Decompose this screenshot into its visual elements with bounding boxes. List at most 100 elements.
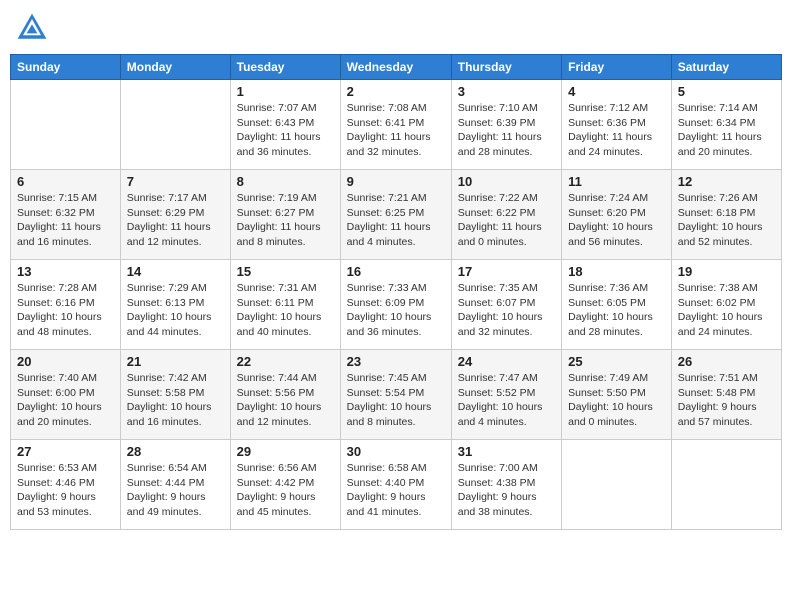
day-number: 29 [237, 444, 334, 459]
calendar-cell: 13 Sunrise: 7:28 AM Sunset: 6:16 PM Dayli… [11, 260, 121, 350]
day-number: 26 [678, 354, 775, 369]
day-info: Sunrise: 7:51 AM Sunset: 5:48 PM Dayligh… [678, 371, 775, 430]
calendar-cell: 27 Sunrise: 6:53 AM Sunset: 4:46 PM Dayli… [11, 440, 121, 530]
day-info: Sunrise: 7:44 AM Sunset: 5:56 PM Dayligh… [237, 371, 334, 430]
calendar-cell: 7 Sunrise: 7:17 AM Sunset: 6:29 PM Daylig… [120, 170, 230, 260]
day-number: 1 [237, 84, 334, 99]
day-number: 13 [17, 264, 114, 279]
calendar-cell: 31 Sunrise: 7:00 AM Sunset: 4:38 PM Dayli… [451, 440, 561, 530]
header-monday: Monday [120, 55, 230, 80]
calendar-cell: 1 Sunrise: 7:07 AM Sunset: 6:43 PM Daylig… [230, 80, 340, 170]
day-info: Sunrise: 7:40 AM Sunset: 6:00 PM Dayligh… [17, 371, 114, 430]
day-number: 9 [347, 174, 445, 189]
day-info: Sunrise: 7:08 AM Sunset: 6:41 PM Dayligh… [347, 101, 445, 160]
calendar-header-row: SundayMondayTuesdayWednesdayThursdayFrid… [11, 55, 782, 80]
day-number: 2 [347, 84, 445, 99]
calendar-cell: 8 Sunrise: 7:19 AM Sunset: 6:27 PM Daylig… [230, 170, 340, 260]
day-info: Sunrise: 7:10 AM Sunset: 6:39 PM Dayligh… [458, 101, 555, 160]
calendar-week-row: 6 Sunrise: 7:15 AM Sunset: 6:32 PM Daylig… [11, 170, 782, 260]
day-info: Sunrise: 7:17 AM Sunset: 6:29 PM Dayligh… [127, 191, 224, 250]
calendar-cell [671, 440, 781, 530]
day-info: Sunrise: 7:33 AM Sunset: 6:09 PM Dayligh… [347, 281, 445, 340]
day-number: 31 [458, 444, 555, 459]
calendar-cell: 25 Sunrise: 7:49 AM Sunset: 5:50 PM Dayli… [562, 350, 672, 440]
header-saturday: Saturday [671, 55, 781, 80]
calendar-cell: 17Sunrise: 7:35 AM Sunset: 6:07 PM Dayli… [451, 260, 561, 350]
calendar-cell: 5Sunrise: 7:14 AM Sunset: 6:34 PM Daylig… [671, 80, 781, 170]
day-info: Sunrise: 7:38 AM Sunset: 6:02 PM Dayligh… [678, 281, 775, 340]
calendar-week-row: 13 Sunrise: 7:28 AM Sunset: 6:16 PM Dayli… [11, 260, 782, 350]
day-info: Sunrise: 6:53 AM Sunset: 4:46 PM Dayligh… [17, 461, 114, 520]
day-number: 23 [347, 354, 445, 369]
day-info: Sunrise: 7:24 AM Sunset: 6:20 PM Dayligh… [568, 191, 665, 250]
day-info: Sunrise: 7:42 AM Sunset: 5:58 PM Dayligh… [127, 371, 224, 430]
calendar-cell: 6 Sunrise: 7:15 AM Sunset: 6:32 PM Daylig… [11, 170, 121, 260]
calendar-cell: 23 Sunrise: 7:45 AM Sunset: 5:54 PM Dayli… [340, 350, 451, 440]
calendar-cell: 4 Sunrise: 7:12 AM Sunset: 6:36 PM Daylig… [562, 80, 672, 170]
calendar-cell: 26 Sunrise: 7:51 AM Sunset: 5:48 PM Dayli… [671, 350, 781, 440]
calendar-cell: 11 Sunrise: 7:24 AM Sunset: 6:20 PM Dayli… [562, 170, 672, 260]
day-number: 16 [347, 264, 445, 279]
calendar-cell: 9 Sunrise: 7:21 AM Sunset: 6:25 PM Daylig… [340, 170, 451, 260]
header-friday: Friday [562, 55, 672, 80]
day-info: Sunrise: 7:28 AM Sunset: 6:16 PM Dayligh… [17, 281, 114, 340]
day-number: 15 [237, 264, 334, 279]
calendar-cell: 28 Sunrise: 6:54 AM Sunset: 4:44 PM Dayli… [120, 440, 230, 530]
calendar-table: SundayMondayTuesdayWednesdayThursdayFrid… [10, 54, 782, 530]
day-number: 24 [458, 354, 555, 369]
calendar-cell [120, 80, 230, 170]
day-info: Sunrise: 7:31 AM Sunset: 6:11 PM Dayligh… [237, 281, 334, 340]
day-number: 22 [237, 354, 334, 369]
day-info: Sunrise: 6:58 AM Sunset: 4:40 PM Dayligh… [347, 461, 445, 520]
day-number: 21 [127, 354, 224, 369]
day-info: Sunrise: 7:35 AM Sunset: 6:07 PM Dayligh… [458, 281, 555, 340]
day-info: Sunrise: 7:21 AM Sunset: 6:25 PM Dayligh… [347, 191, 445, 250]
day-number: 11 [568, 174, 665, 189]
day-info: Sunrise: 7:15 AM Sunset: 6:32 PM Dayligh… [17, 191, 114, 250]
calendar-week-row: 20 Sunrise: 7:40 AM Sunset: 6:00 PM Dayli… [11, 350, 782, 440]
calendar-cell: 18 Sunrise: 7:36 AM Sunset: 6:05 PM Dayli… [562, 260, 672, 350]
logo [14, 10, 54, 46]
day-number: 8 [237, 174, 334, 189]
day-number: 25 [568, 354, 665, 369]
day-number: 4 [568, 84, 665, 99]
header-wednesday: Wednesday [340, 55, 451, 80]
day-number: 27 [17, 444, 114, 459]
day-info: Sunrise: 7:26 AM Sunset: 6:18 PM Dayligh… [678, 191, 775, 250]
day-number: 30 [347, 444, 445, 459]
day-number: 7 [127, 174, 224, 189]
header-tuesday: Tuesday [230, 55, 340, 80]
day-number: 20 [17, 354, 114, 369]
day-info: Sunrise: 7:19 AM Sunset: 6:27 PM Dayligh… [237, 191, 334, 250]
day-info: Sunrise: 7:45 AM Sunset: 5:54 PM Dayligh… [347, 371, 445, 430]
calendar-cell: 14Sunrise: 7:29 AM Sunset: 6:13 PM Dayli… [120, 260, 230, 350]
day-info: Sunrise: 7:00 AM Sunset: 4:38 PM Dayligh… [458, 461, 555, 520]
day-info: Sunrise: 6:54 AM Sunset: 4:44 PM Dayligh… [127, 461, 224, 520]
day-number: 10 [458, 174, 555, 189]
day-number: 18 [568, 264, 665, 279]
day-number: 14 [127, 264, 224, 279]
calendar-cell: 24Sunrise: 7:47 AM Sunset: 5:52 PM Dayli… [451, 350, 561, 440]
calendar-cell: 2 Sunrise: 7:08 AM Sunset: 6:41 PM Daylig… [340, 80, 451, 170]
calendar-week-row: 27 Sunrise: 6:53 AM Sunset: 4:46 PM Dayli… [11, 440, 782, 530]
logo-icon [14, 10, 50, 46]
calendar-cell: 3 Sunrise: 7:10 AM Sunset: 6:39 PM Daylig… [451, 80, 561, 170]
day-info: Sunrise: 7:07 AM Sunset: 6:43 PM Dayligh… [237, 101, 334, 160]
calendar-cell: 15 Sunrise: 7:31 AM Sunset: 6:11 PM Dayli… [230, 260, 340, 350]
calendar-cell: 21 Sunrise: 7:42 AM Sunset: 5:58 PM Dayli… [120, 350, 230, 440]
calendar-cell [562, 440, 672, 530]
day-number: 12 [678, 174, 775, 189]
day-info: Sunrise: 7:12 AM Sunset: 6:36 PM Dayligh… [568, 101, 665, 160]
calendar-cell: 29 Sunrise: 6:56 AM Sunset: 4:42 PM Dayli… [230, 440, 340, 530]
day-number: 19 [678, 264, 775, 279]
day-number: 6 [17, 174, 114, 189]
calendar-cell: 10Sunrise: 7:22 AM Sunset: 6:22 PM Dayli… [451, 170, 561, 260]
calendar-cell: 16 Sunrise: 7:33 AM Sunset: 6:09 PM Dayli… [340, 260, 451, 350]
day-info: Sunrise: 7:49 AM Sunset: 5:50 PM Dayligh… [568, 371, 665, 430]
day-number: 3 [458, 84, 555, 99]
header-thursday: Thursday [451, 55, 561, 80]
day-number: 28 [127, 444, 224, 459]
day-info: Sunrise: 6:56 AM Sunset: 4:42 PM Dayligh… [237, 461, 334, 520]
day-info: Sunrise: 7:36 AM Sunset: 6:05 PM Dayligh… [568, 281, 665, 340]
calendar-cell [11, 80, 121, 170]
